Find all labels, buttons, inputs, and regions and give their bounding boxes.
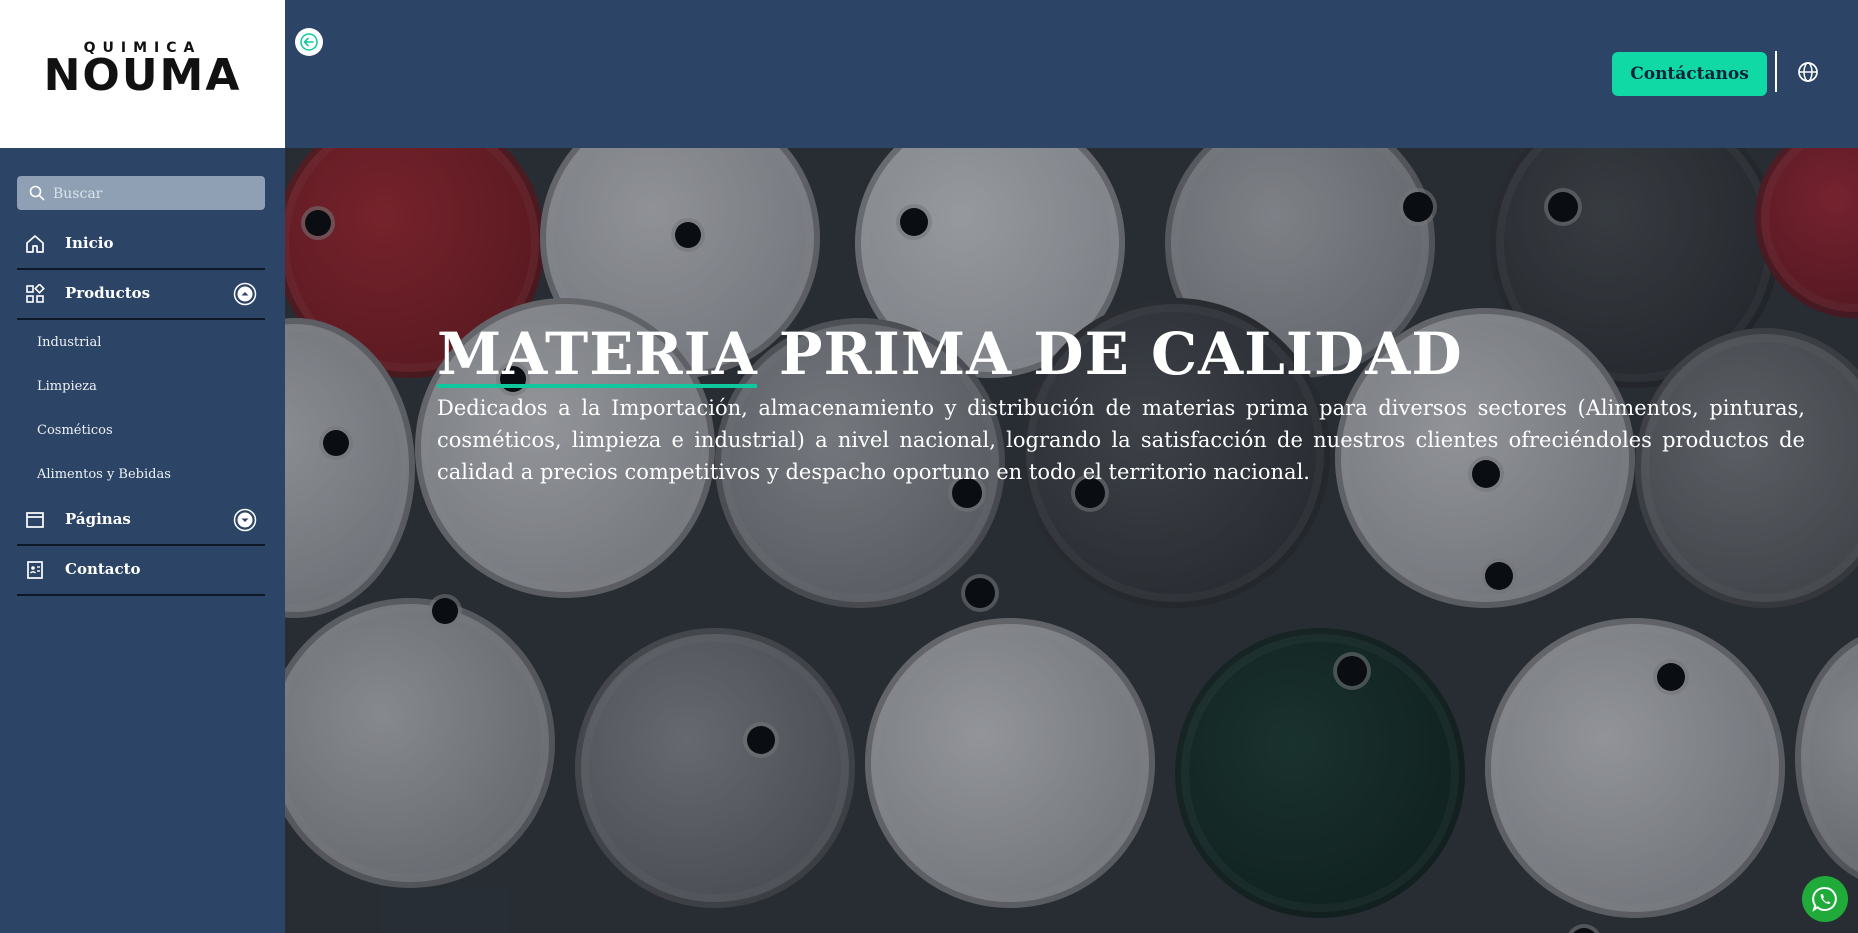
whatsapp-button[interactable] <box>1802 876 1848 922</box>
collapse-sidebar-button[interactable] <box>295 28 323 56</box>
sidebar-subitem-cosmeticos[interactable]: Cosméticos <box>37 423 113 438</box>
globe-icon[interactable] <box>1797 61 1819 83</box>
header-divider <box>1775 51 1777 92</box>
search-input[interactable] <box>51 176 260 212</box>
sidebar-item-contacto[interactable]: Contacto <box>17 546 265 596</box>
sidebar: QUIMICA NOUMA Inicio Productos Industria… <box>0 0 285 933</box>
sidebar-item-label: Páginas <box>65 510 131 528</box>
sidebar-item-label: Productos <box>65 284 151 302</box>
sidebar-subitem-alimentos[interactable]: Alimentos y Bebidas <box>37 467 171 482</box>
sidebar-item-paginas[interactable]: Páginas <box>17 496 265 546</box>
contact-button[interactable]: Contáctanos <box>1612 52 1767 96</box>
sidebar-item-inicio[interactable]: Inicio <box>17 220 265 270</box>
sidebar-item-productos[interactable]: Productos <box>17 270 265 320</box>
grid-icon <box>26 284 45 303</box>
logo[interactable]: QUIMICA NOUMA <box>0 0 285 148</box>
contact-card-icon <box>27 561 43 579</box>
sidebar-subitem-limpieza[interactable]: Limpieza <box>37 379 97 394</box>
chevron-up-icon[interactable] <box>233 282 257 306</box>
hero-overlay <box>285 148 1858 933</box>
search-icon <box>29 185 45 201</box>
chevron-down-icon[interactable] <box>233 508 257 532</box>
home-icon <box>26 235 44 253</box>
arrow-left-icon <box>300 33 318 51</box>
search-box <box>17 176 265 212</box>
whatsapp-icon <box>1812 886 1837 912</box>
hero-banner: MATERIA PRIMA DE CALIDAD Dedicados a la … <box>285 148 1858 933</box>
hero-description: Dedicados a la Importación, almacenamien… <box>437 396 1805 484</box>
hero-title-underline <box>437 384 757 388</box>
sidebar-subitem-industrial[interactable]: Industrial <box>37 335 101 350</box>
sidebar-item-label: Contacto <box>65 560 141 578</box>
hero-title: MATERIA PRIMA DE CALIDAD <box>437 320 1463 388</box>
browser-icon <box>26 512 44 528</box>
logo-title: NOUMA <box>43 50 242 101</box>
sidebar-item-label: Inicio <box>65 234 114 252</box>
